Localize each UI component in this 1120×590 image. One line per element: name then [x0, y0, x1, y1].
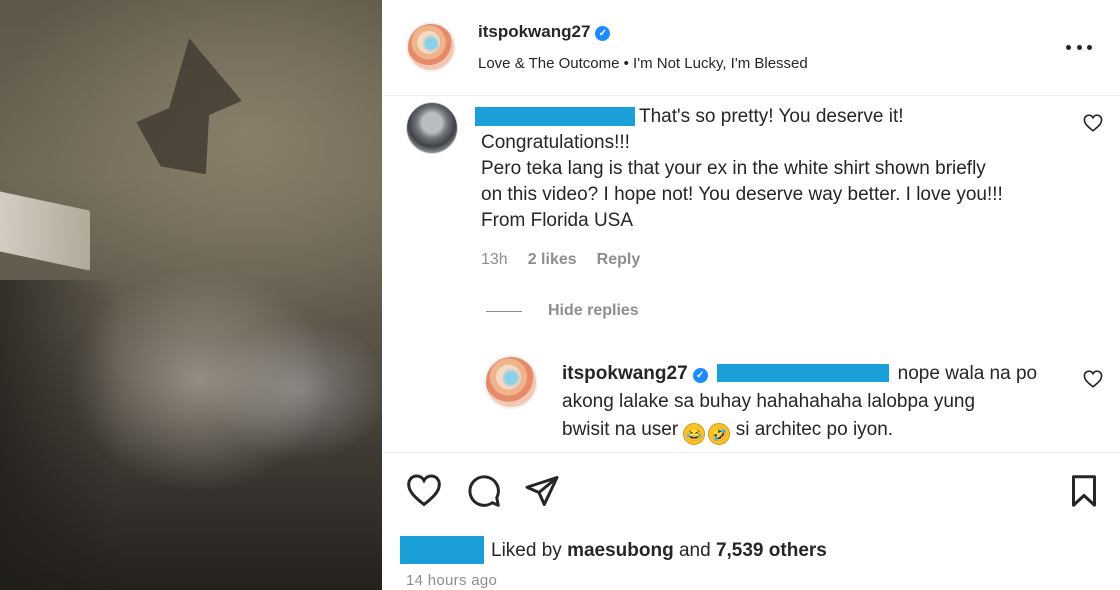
comment-icon[interactable] [466, 473, 502, 509]
more-options-icon[interactable] [1066, 38, 1092, 56]
verified-badge-icon: ✓ [595, 26, 611, 41]
comment-line-3: Pero teka lang is that your ex in the wh… [481, 158, 986, 179]
commenter-avatar[interactable] [406, 102, 458, 154]
liked-by-prefix: Liked by [491, 540, 562, 561]
reply-verified-badge-icon: ✓ [692, 368, 708, 383]
redacted-liker-avatars [400, 536, 484, 564]
author-username[interactable]: itspokwang27 ✓ [478, 22, 611, 42]
comment-line-4: on this video? I hope not! You deserve w… [481, 184, 1003, 205]
comment-like-heart-icon[interactable] [1083, 114, 1103, 132]
comment-time: 13h [481, 251, 508, 268]
author-avatar[interactable] [406, 22, 456, 72]
comment-reply-button[interactable]: Reply [597, 251, 641, 269]
reply-text-1: nope wala na po [897, 363, 1038, 384]
reply-author-avatar[interactable] [484, 355, 538, 409]
liked-by-user[interactable]: maesubong [567, 540, 674, 562]
comment-body: That's so pretty! You deserve it! Congra… [481, 104, 1071, 234]
post-header: itspokwang27 ✓ Love & The Outcome • I'm N… [382, 0, 1120, 96]
reply-username[interactable]: itspokwang27 [562, 363, 688, 384]
reply-line-2: akong lalake sa buhay hahahahaha lalobpa… [562, 391, 976, 412]
ceiling-fixture [131, 31, 249, 179]
paper-plane-icon[interactable] [524, 473, 560, 509]
post-panel: itspokwang27 ✓ Love & The Outcome • I'm N… [382, 0, 1120, 590]
hide-replies-button[interactable]: Hide replies [486, 302, 639, 320]
reply-body: itspokwang27 ✓ nope wala na po akong lalak… [562, 360, 1072, 445]
wall-shadow [0, 280, 120, 590]
comment-line-5: From Florida USA [481, 210, 634, 231]
heart-icon[interactable] [406, 473, 442, 509]
comment-line-1: That's so pretty! You deserve it! [639, 106, 904, 127]
reply-line-1: itspokwang27 ✓ nope wala na po [562, 360, 1072, 388]
hide-replies-divider [486, 310, 522, 312]
bookmark-icon[interactable] [1066, 473, 1102, 509]
reply-like-heart-icon[interactable] [1083, 370, 1103, 388]
liked-by-and: and [678, 540, 711, 561]
hide-replies-label[interactable]: Hide replies [548, 302, 639, 320]
audio-track-label[interactable]: Love & The Outcome • I'm Not Lucky, I'm … [478, 55, 808, 72]
rolling-laughing-emoji-icon: 🤣 [708, 423, 731, 445]
liked-by-summary[interactable]: Liked by maesubong and 7,539 others [491, 536, 827, 566]
liked-by-others[interactable]: 7,539 others [716, 540, 827, 562]
post-media-video[interactable] [0, 0, 382, 590]
window-light [0, 189, 90, 271]
author-username-text[interactable]: itspokwang27 [478, 22, 590, 41]
comment-line-2: Congratulations!!! [481, 132, 630, 153]
comment-likes-count[interactable]: 2 likes [528, 251, 577, 269]
reply-text-3a: bwisit na user [562, 419, 679, 440]
reply-text-3b: si architec po iyon. [735, 419, 894, 440]
reply-line-3: bwisit na user 😂 🤣 si architec po iyon. [562, 416, 1072, 445]
post-timestamp: 14 hours ago [406, 572, 498, 589]
laughing-tears-emoji-icon: 😂 [683, 423, 706, 445]
action-bar [382, 452, 1120, 532]
comment-meta: 13h 2 likes Reply [481, 251, 640, 269]
